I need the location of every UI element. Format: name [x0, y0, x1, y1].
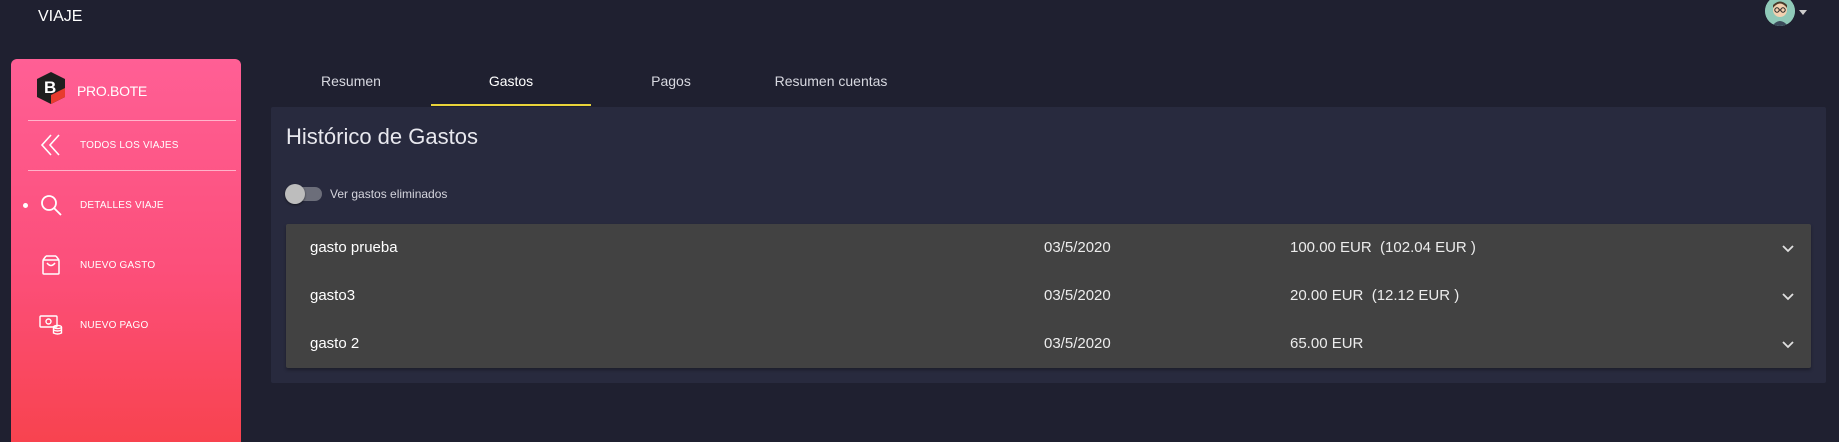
deleted-expenses-toggle[interactable]: Ver gastos eliminados: [285, 184, 448, 204]
brand-label: PRO.BOTE: [77, 82, 147, 99]
logo-icon: B: [35, 71, 67, 110]
expense-date: 03/5/2020: [1044, 287, 1111, 304]
expense-amount: 100.00 EUR (102.04 EUR ): [1290, 239, 1476, 256]
svg-text:B: B: [44, 78, 56, 97]
sidebar-item-label: NUEVO GASTO: [80, 259, 156, 271]
tab-label: Resumen: [321, 73, 381, 89]
expense-list: gasto prueba 03/5/2020 100.00 EUR (102.0…: [286, 224, 1811, 368]
expenses-card: Histórico de Gastos Ver gastos eliminado…: [271, 107, 1826, 383]
sidebar-item-label: TODOS LOS VIAJES: [80, 139, 179, 151]
toggle-switch[interactable]: [285, 184, 322, 204]
sidebar-item-todos-los-viajes[interactable]: TODOS LOS VIAJES: [11, 127, 241, 163]
expense-name: gasto3: [310, 287, 356, 304]
expense-row[interactable]: gasto prueba 03/5/2020 100.00 EUR (102.0…: [286, 224, 1811, 272]
brand[interactable]: B PRO.BOTE: [35, 71, 147, 110]
expense-row[interactable]: gasto 2 03/5/2020 65.00 EUR: [286, 320, 1811, 368]
page-title: Histórico de Gastos: [286, 124, 478, 149]
sidebar-item-nuevo-gasto[interactable]: NUEVO GASTO: [11, 247, 241, 283]
sidebar-item-label: DETALLES VIAJE: [80, 199, 164, 211]
shopping-bag-icon: [38, 252, 64, 278]
sidebar-divider: [28, 120, 236, 121]
chevron-down-icon[interactable]: [1799, 9, 1807, 15]
tab-label: Pagos: [651, 73, 691, 89]
expense-date: 03/5/2020: [1044, 239, 1111, 256]
toggle-label: Ver gastos eliminados: [330, 187, 448, 201]
tab-resumen[interactable]: Resumen: [271, 66, 431, 106]
expense-name: gasto prueba: [310, 239, 398, 256]
sidebar: B PRO.BOTE TODOS LOS VIAJES DETALLES VIA…: [11, 59, 241, 442]
sidebar-divider: [28, 170, 236, 171]
chevron-down-icon[interactable]: [1780, 288, 1796, 304]
search-icon: [38, 192, 64, 218]
expense-amount: 65.00 EUR: [1290, 335, 1364, 352]
expense-amount: 20.00 EUR (12.12 EUR ): [1290, 287, 1460, 304]
sidebar-item-detalles-viaje[interactable]: DETALLES VIAJE: [11, 187, 241, 223]
expense-name: gasto 2: [310, 335, 360, 352]
active-tab-indicator: [431, 104, 591, 106]
tab-gastos[interactable]: Gastos: [431, 66, 591, 106]
user-menu[interactable]: [1765, 0, 1807, 30]
tab-label: Gastos: [488, 73, 534, 89]
app-title: VIAJE: [38, 8, 83, 25]
double-chevron-left-icon: [38, 132, 64, 158]
sidebar-item-label: NUEVO PAGO: [80, 319, 149, 331]
toggle-knob: [285, 184, 305, 204]
tab-pagos[interactable]: Pagos: [591, 66, 751, 106]
expense-date: 03/5/2020: [1044, 335, 1111, 352]
tab-label: Resumen cuentas: [774, 73, 888, 89]
avatar[interactable]: [1765, 0, 1795, 26]
sidebar-item-nuevo-pago[interactable]: NUEVO PAGO: [11, 307, 241, 343]
tab-resumen-cuentas[interactable]: Resumen cuentas: [751, 66, 911, 106]
expense-row[interactable]: gasto3 03/5/2020 20.00 EUR (12.12 EUR ): [286, 272, 1811, 320]
chevron-down-icon[interactable]: [1780, 336, 1796, 352]
money-icon: [38, 312, 64, 338]
chevron-down-icon[interactable]: [1780, 240, 1796, 256]
active-indicator: [23, 202, 28, 208]
top-bar: VIAJE: [0, 0, 1839, 38]
